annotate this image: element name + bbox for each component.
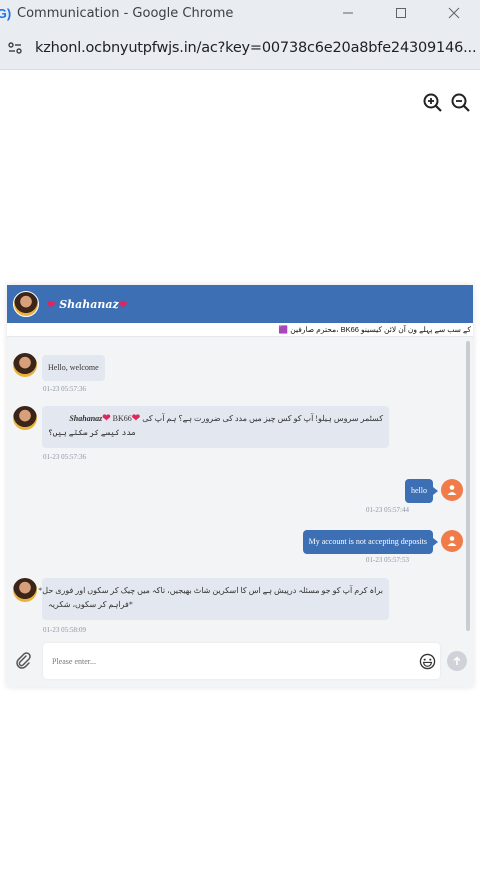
send-button[interactable] (447, 651, 467, 671)
message-bubble: hello (405, 479, 438, 503)
message-bubble: براہ کرم آپ کو جو مسئلہ درپیش ہے اس کا ا… (38, 578, 389, 620)
chat-header: ❤ Shahanaz❤ (7, 285, 473, 323)
message-line: مدد کیسے کر سکتے ہیں؟ (48, 428, 136, 437)
agent-name-text: Shahanaz (69, 414, 103, 423)
user-avatar (441, 530, 463, 552)
heart-icon: ❤ (118, 299, 128, 311)
message-timestamp: 01-23 05:58:09 (43, 626, 86, 634)
message-bubble: Hello, welcome (42, 355, 105, 381)
agent-name-text: Shahanaz (59, 297, 119, 311)
send-icon (453, 656, 461, 665)
agent-avatar (13, 291, 39, 317)
heart-icon: ❤ (102, 413, 111, 424)
message-timestamp: 01-23 05:57:36 (43, 453, 86, 461)
message-line: *فراہم کر سکوں، شکریہ (48, 600, 133, 609)
message-timestamp: 01-23 05:57:44 (366, 506, 409, 514)
zoom-in-icon[interactable] (422, 92, 444, 114)
message-line: براہ کرم آپ کو جو مسئلہ درپیش ہے اس کا ا… (38, 586, 383, 595)
message-text: کسٹمر سروس ہیلو! آپ کو کس چیز میں مدد کی… (142, 414, 383, 423)
message-input[interactable] (43, 643, 440, 679)
heart-icon: ❤ (47, 299, 56, 311)
minimize-icon (342, 12, 353, 14)
message-timestamp: 01-23 05:57:36 (43, 385, 86, 393)
message-bubble: کسٹمر سروس ہیلو! آپ کو کس چیز میں مدد کی… (42, 406, 389, 448)
emoji-icon[interactable] (419, 653, 436, 670)
zoom-controls (422, 92, 472, 114)
agent-avatar (13, 406, 37, 430)
user-icon (447, 536, 457, 546)
title-bar: G) Communication - Google Chrome (0, 0, 480, 26)
maximize-icon (395, 8, 406, 18)
zoom-out-icon[interactable] (450, 92, 472, 114)
message-scrollbar[interactable] (466, 341, 470, 631)
message-list[interactable]: Hello, welcome 01-23 05:57:36 کسٹمر سروس… (7, 339, 473, 637)
message-line: کسٹمر سروس ہیلو! آپ کو کس چیز میں مدد کی… (48, 412, 383, 426)
close-icon (448, 7, 459, 19)
close-window-button[interactable] (427, 0, 480, 26)
message-bubble: My account is not accepting deposits (302, 530, 439, 554)
maximize-button[interactable] (374, 0, 427, 26)
agent-avatar (13, 353, 37, 377)
message-composer (7, 641, 473, 681)
user-avatar (441, 479, 463, 501)
chat-window: ❤ Shahanaz❤ کے سب سے پہلے ون آن لائن کیس… (7, 285, 473, 687)
url-text[interactable]: kzhonl.ocbnyutpfwjs.in/ac?key=00738c6e20… (35, 40, 476, 56)
announcement-marquee: کے سب سے پہلے ون آن لائن کیسینو BK66 ،مح… (7, 323, 473, 337)
minimize-button[interactable] (321, 0, 374, 26)
user-icon (447, 485, 457, 495)
window-title: Communication - Google Chrome (17, 5, 234, 21)
chrome-app-icon: G) (0, 5, 12, 21)
agent-name: ❤ Shahanaz❤ (47, 298, 127, 311)
attachment-icon[interactable] (14, 651, 32, 669)
message-timestamp: 01-23 05:57:53 (366, 556, 409, 564)
message-text-prefix: BK66 (112, 414, 132, 423)
address-bar[interactable]: kzhonl.ocbnyutpfwjs.in/ac?key=00738c6e20… (0, 26, 480, 70)
agent-avatar (13, 578, 37, 602)
heart-icon: ❤ (131, 413, 141, 424)
window-controls (321, 0, 480, 26)
site-settings-icon[interactable] (3, 36, 27, 60)
